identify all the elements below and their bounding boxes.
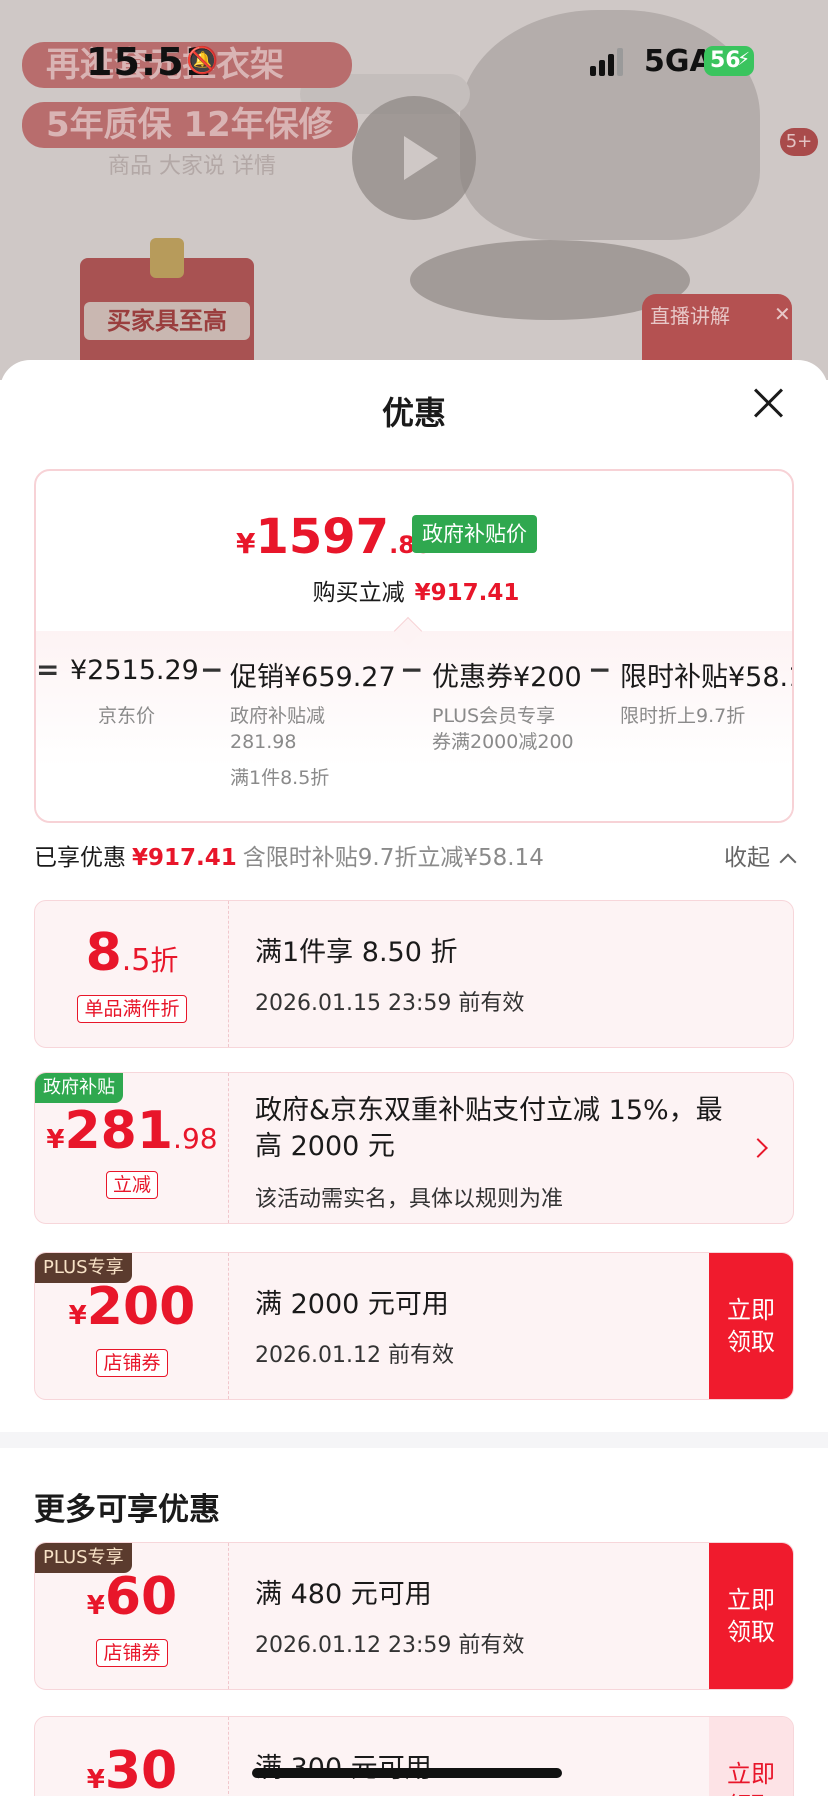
media-count-badge: 5+ xyxy=(780,128,818,156)
price-breakdown-card: ¥1597.88 政府补贴价 购买立减 ¥917.41 = ¥2515.29 京东… xyxy=(34,469,794,823)
live-label: 直播讲解 xyxy=(650,304,730,328)
coupon-condition: 满 480 元可用 xyxy=(255,1579,432,1610)
gov-subsidy-price-tag: 政府补贴价 xyxy=(412,515,537,553)
promo-sub-1: 政府补贴减 xyxy=(230,705,326,727)
subsidy-value: ¥281.98 xyxy=(46,1101,218,1161)
close-button[interactable] xyxy=(748,382,790,424)
network-type: 5GA xyxy=(644,44,713,79)
coupon-condition: 满 2000 元可用 xyxy=(255,1289,449,1320)
coupon-discount-card: 8.5折 单品满件折 满1件享 8.50 折 2026.01.15 23:59 … xyxy=(34,900,794,1048)
flash-subsidy-sub: 限时折上9.7折 xyxy=(620,705,746,727)
home-indicator[interactable] xyxy=(252,1768,562,1778)
section-divider xyxy=(0,1432,828,1448)
enjoyed-amount: ¥917.41 xyxy=(132,845,237,871)
enjoyed-label: 已享优惠 xyxy=(34,845,126,871)
live-close-icon: ✕ xyxy=(774,302,791,326)
minus-sign: − xyxy=(200,653,224,686)
enjoyed-note: 含限时补贴9.7折立减¥58.14 xyxy=(242,845,544,871)
battery-icon: 56 xyxy=(704,45,754,76)
enjoyed-discount-row: 已享优惠 ¥917.41 含限时补贴9.7折立减¥58.14 收起 xyxy=(34,838,797,878)
background-tabs: 商品 大家说 详情 xyxy=(108,154,276,179)
coupon-sub-2: 券满2000减200 xyxy=(432,731,574,753)
equals-sign: = xyxy=(36,653,60,686)
plus-coupon-200-card: ¥200 店铺券 PLUS专享 满 2000 元可用 2026.01.12 前有… xyxy=(34,1252,794,1400)
gift-promo-text: 买家具至高 xyxy=(84,302,250,340)
flash-subsidy-amount: 限时补贴¥58.1 xyxy=(620,662,794,693)
final-price: ¥1597.88 xyxy=(236,509,432,565)
subsidy-desc-1: 政府&京东双重补贴支付立减 15%，最 xyxy=(255,1095,723,1126)
plus-coupon-60-card: ¥60 店铺券 PLUS专享 满 480 元可用 2026.01.12 23:5… xyxy=(34,1542,794,1690)
sheet-title: 优惠 xyxy=(381,394,446,432)
promo-amount: 促销¥659.27 xyxy=(230,662,396,693)
claim-coupon-button[interactable]: 立即领取 xyxy=(709,1717,793,1796)
subsidy-note: 该活动需实名，具体以规则为准 xyxy=(255,1187,564,1212)
gov-subsidy-card[interactable]: ¥281.98 立减 政府补贴 政府&京东双重补贴支付立减 15%，最 高 20… xyxy=(34,1072,794,1224)
jd-price-label: 京东价 xyxy=(98,705,156,727)
coupon-value: ¥60 xyxy=(86,1567,178,1627)
minus-sign: − xyxy=(400,653,424,686)
coupon-condition: 满1件享 8.50 折 xyxy=(255,937,458,968)
coupon-expiry: 2026.01.12 前有效 xyxy=(255,1343,454,1368)
minus-sign: − xyxy=(588,653,612,686)
coupon-expiry: 2026.01.12 23:59 前有效 xyxy=(255,1633,525,1658)
coupon-tag: 单品满件折 xyxy=(77,995,187,1023)
more-discounts-title: 更多可享优惠 xyxy=(34,1492,220,1528)
subsidy-desc-2: 高 2000 元 xyxy=(255,1131,395,1162)
jd-price: ¥2515.29 xyxy=(70,655,199,686)
signal-icon xyxy=(590,48,626,76)
coupon-amount: 优惠券¥200 xyxy=(432,662,582,693)
price-formula: = ¥2515.29 京东价 − 促销¥659.27 政府补贴减 281.98 … xyxy=(36,631,794,821)
coupon-value: 8.5折 xyxy=(85,923,179,983)
gift-ribbon xyxy=(150,238,184,278)
plus-exclusive-badge: PLUS专享 xyxy=(35,1253,132,1283)
coupon-value: ¥30 xyxy=(86,1741,178,1796)
gov-subsidy-badge: 政府补贴 xyxy=(35,1073,123,1103)
purchase-reduction: 购买立减 ¥917.41 xyxy=(312,580,520,606)
collapse-button[interactable]: 收起 xyxy=(724,838,797,872)
promo-sub-3: 满1件8.5折 xyxy=(230,767,330,789)
plus-exclusive-badge: PLUS专享 xyxy=(35,1543,132,1573)
claim-coupon-button[interactable]: 立即领取 xyxy=(709,1253,793,1399)
coupon-sub-1: PLUS会员专享 xyxy=(432,705,556,727)
coupon-value: ¥200 xyxy=(68,1277,196,1337)
coupon-tag: 店铺券 xyxy=(96,1639,168,1667)
chevron-up-icon xyxy=(779,853,797,871)
claim-coupon-button[interactable]: 立即领取 xyxy=(709,1543,793,1689)
promo-sub-2: 281.98 xyxy=(230,731,297,753)
coupon-tag: 店铺券 xyxy=(96,1349,168,1377)
discount-sheet: 优惠 ¥1597.88 政府补贴价 购买立减 ¥917.41 = ¥2515.29… xyxy=(0,360,828,1796)
coupon-expiry: 2026.01.15 23:59 前有效 xyxy=(255,991,525,1016)
subsidy-tag: 立减 xyxy=(105,1171,158,1199)
coupon-30-card: ¥30 满 300 元可用 立即领取 xyxy=(34,1716,794,1796)
silent-bell-icon: 🔕 xyxy=(186,46,219,76)
status-bar: 15:51 🔕 5GA 56 xyxy=(0,0,828,120)
